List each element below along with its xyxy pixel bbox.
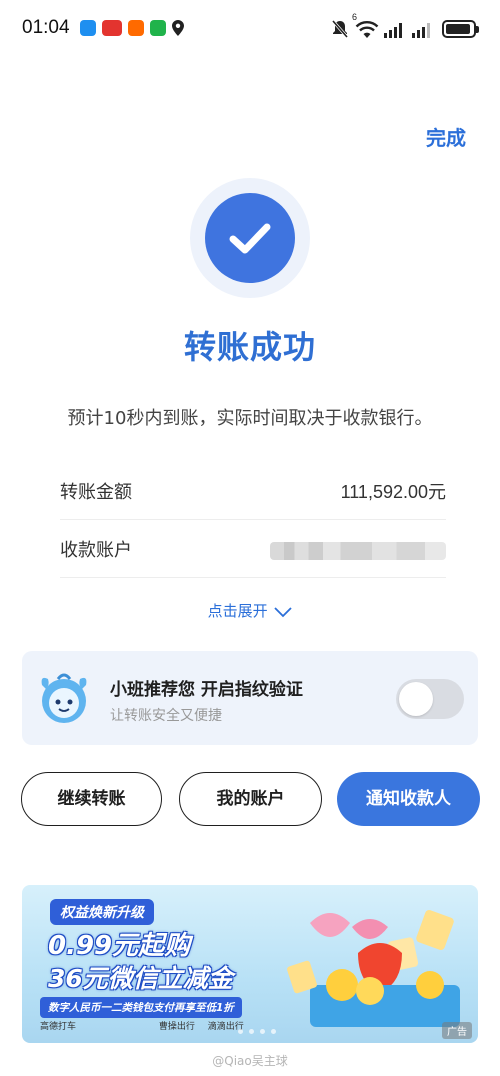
account-label: 收款账户	[60, 540, 132, 561]
watermark: @Qiao吴主球	[212, 1054, 288, 1068]
taobao-notification-icon	[128, 20, 144, 36]
banner-headline: 0.99元起购	[48, 931, 191, 961]
arrival-note: 预计10秒内到账，实际时间取决于收款银行。	[67, 408, 433, 429]
success-title: 转账成功	[183, 328, 316, 366]
account-row: 收款账户	[60, 522, 446, 578]
account-value-blurred	[270, 542, 446, 560]
divider	[60, 577, 446, 578]
status-time: 01:04	[22, 17, 70, 38]
expand-label: 点击展开	[207, 602, 268, 620]
promo-subtitle: 让转账安全又便捷	[110, 708, 222, 724]
toutiao-notification-icon	[102, 20, 122, 36]
continue-transfer-button[interactable]: 继续转账	[21, 772, 162, 826]
toggle-knob	[399, 682, 433, 716]
signal-icon-sim2	[412, 23, 430, 38]
my-account-button[interactable]: 我的账户	[179, 772, 322, 826]
ad-label: 广告	[442, 1022, 472, 1039]
location-icon	[172, 20, 184, 36]
mascot-avatar-icon	[41, 673, 87, 723]
promo-title: 小班推荐您 开启指纹验证	[110, 680, 303, 700]
ad-banner[interactable]: 权益焕新升级 0.99元起购 36元微信立减金 数字人民币一二类钱包支付再享至低…	[22, 885, 478, 1043]
banner-partner-logos: 高德打车 曹操出行 滴滴出行	[40, 1019, 254, 1032]
partner-logo: 高德打车	[40, 1022, 77, 1032]
fingerprint-promo-card: 小班推荐您 开启指纹验证 让转账安全又便捷	[22, 651, 478, 745]
done-button[interactable]: 完成	[426, 122, 466, 151]
amount-row: 转账金额 111,592.00元	[60, 464, 446, 520]
partner-logo: 曹操出行	[158, 1022, 195, 1032]
banner-tag: 权益焕新升级	[50, 899, 154, 925]
amount-label: 转账金额	[60, 482, 132, 503]
success-check-icon	[205, 193, 295, 283]
divider	[60, 519, 446, 520]
app-notification-icon	[80, 20, 96, 36]
wifi-icon	[355, 21, 379, 38]
signal-icon-sim1	[384, 23, 402, 38]
expand-details-link[interactable]: 点击展开	[0, 600, 500, 621]
network-type-label: 6	[352, 12, 358, 22]
banner-strip: 数字人民币一二类钱包支付再享至低1折	[40, 997, 242, 1018]
notify-payee-button[interactable]: 通知收款人	[337, 772, 480, 826]
fingerprint-toggle[interactable]	[396, 679, 464, 719]
chevron-down-icon	[274, 606, 293, 617]
amount-value: 111,592.00元	[340, 482, 446, 502]
wechat-notification-icon	[150, 20, 166, 36]
battery-icon	[442, 20, 479, 38]
mute-bell-icon	[331, 20, 349, 38]
gift-illustration-icon	[287, 910, 460, 1027]
status-bar: 01:04 6	[0, 0, 500, 60]
banner-subheadline: 36元微信立减金	[48, 964, 233, 993]
